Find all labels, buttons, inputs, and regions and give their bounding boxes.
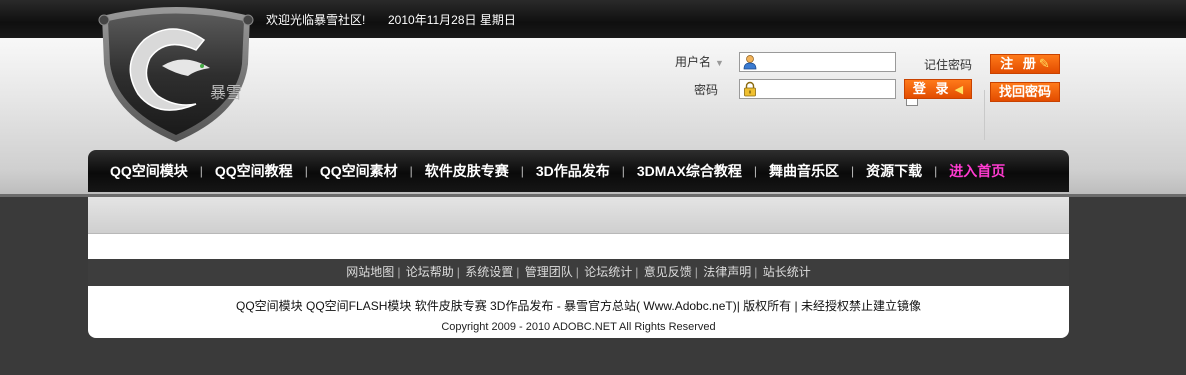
user-icon [743, 55, 757, 70]
footer-link-stats[interactable]: 论坛统计 [584, 265, 632, 279]
nav-item-home[interactable]: 进入首页 [949, 161, 1005, 181]
nav-item-qzone-modules[interactable]: QQ空间模块 [110, 161, 188, 181]
pencil-icon: ✎ [1038, 56, 1050, 71]
form-divider [984, 90, 985, 140]
nav-separator: | [753, 164, 758, 178]
password-input[interactable] [760, 81, 894, 99]
footer-link-team[interactable]: 管理团队 [525, 265, 573, 279]
chevron-down-icon[interactable]: ▼ [715, 58, 724, 68]
footer-link-legal[interactable]: 法律声明 [703, 265, 751, 279]
nav-item-qzone-tutorials[interactable]: QQ空间教程 [215, 161, 293, 181]
copyright-text: Copyright 2009 - 2010 ADOBC.NET All Righ… [441, 321, 716, 333]
logo-text: 暴雪 [210, 83, 242, 102]
footer-link-webmaster-stats[interactable]: 站长统计 [763, 265, 811, 279]
blizzard-logo[interactable]: 暴雪 [92, 4, 260, 144]
nav-separator: | [621, 164, 625, 178]
nav-separator: | [304, 164, 308, 178]
nav-separator: | [934, 164, 938, 178]
nav-separator: | [520, 164, 524, 178]
password-field[interactable] [739, 79, 896, 99]
password-label: 密码 [694, 83, 719, 97]
footer-link-help[interactable]: 论坛帮助 [406, 265, 454, 279]
nav-separator: | [199, 164, 203, 178]
lock-icon [744, 81, 756, 97]
welcome-text: 欢迎光临暴雪社区! [266, 13, 366, 27]
username-input[interactable] [760, 54, 894, 72]
forgot-password-button[interactable]: 找回密码 [990, 82, 1060, 102]
footer-nav: 网站地图 | 论坛帮助 | 系统设置 | 管理团队 | 论坛统计 | 意见反馈 | 法律声明… [88, 259, 1069, 286]
login-button[interactable]: 登 录 ◀ [904, 79, 972, 99]
nav-item-music[interactable]: 舞曲音乐区 [769, 161, 839, 181]
footer-link-settings[interactable]: 系统设置 [465, 265, 513, 279]
nav-item-downloads[interactable]: 资源下载 [866, 161, 922, 181]
date-text: 2010年11月28日 星期日 [388, 13, 516, 27]
nav-item-skins[interactable]: 软件皮肤专赛 [425, 161, 509, 181]
register-button[interactable]: 注 册✎ [990, 54, 1060, 74]
nav-item-3dmax[interactable]: 3DMAX综合教程 [637, 161, 742, 181]
remember-label: 记住密码 [924, 58, 973, 72]
username-label: 用户名 ▼ [675, 55, 724, 69]
key-icon: ◀ [951, 84, 964, 96]
footer-link-feedback[interactable]: 意见反馈 [644, 265, 692, 279]
nav-separator: | [409, 164, 413, 178]
footer-link-sitemap[interactable]: 网站地图 [346, 265, 394, 279]
username-field[interactable] [739, 52, 896, 72]
gray-band [88, 197, 1069, 234]
nav-item-3d-works[interactable]: 3D作品发布 [536, 161, 610, 181]
footer-links-line[interactable]: QQ空间模块 QQ空间FLASH模块 软件皮肤专赛 3D作品发布 - 暴雪官方总… [88, 297, 1069, 314]
nav-separator: | [851, 164, 855, 178]
content-panel: 网站地图 | 论坛帮助 | 系统设置 | 管理团队 | 论坛统计 | 意见反馈 | 法律声明… [88, 197, 1069, 338]
nav-item-qzone-materials[interactable]: QQ空间素材 [320, 161, 398, 181]
main-nav: QQ空间模块 | QQ空间教程 | QQ空间素材 | 软件皮肤专赛 | 3D作品发布 | … [88, 150, 1069, 192]
